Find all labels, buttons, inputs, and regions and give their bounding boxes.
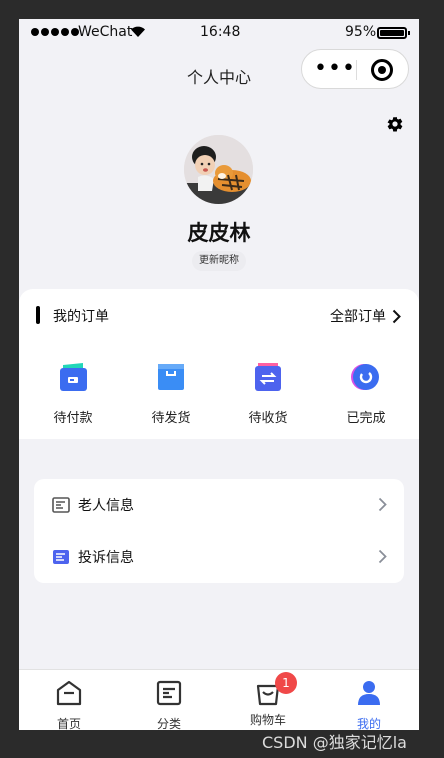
all-orders-link[interactable]: 全部订单 xyxy=(330,306,401,326)
avatar-photo xyxy=(184,135,253,204)
status-bar: WeChat 16:48 95% xyxy=(19,19,419,47)
watermark: CSDN @独家记忆la xyxy=(262,733,407,752)
section-marker xyxy=(36,306,40,324)
order-label: 待收货 xyxy=(248,411,288,426)
phone-screen: WeChat 16:48 95% 个人中心 ••• 皮皮林 更新昵称 我的订单 … xyxy=(19,19,419,730)
tab-label: 分类 xyxy=(156,717,181,730)
profile-name: 皮皮林 xyxy=(187,221,251,245)
list-item-elder-info[interactable]: 老人信息 xyxy=(34,479,404,531)
status-time: 16:48 xyxy=(200,24,241,40)
miniprogram-capsule[interactable]: ••• xyxy=(301,49,409,89)
list-item-label: 老人信息 xyxy=(78,498,134,514)
orders-title: 我的订单 xyxy=(53,309,109,325)
user-icon xyxy=(358,681,380,705)
package-icon xyxy=(158,364,184,390)
more-icon[interactable]: ••• xyxy=(314,58,356,80)
order-label: 待发货 xyxy=(151,411,191,426)
signal-dots xyxy=(31,28,79,36)
wifi-icon xyxy=(131,26,145,37)
capsule-divider xyxy=(356,60,357,80)
tab-category[interactable]: 分类 xyxy=(129,678,209,730)
order-item-awaiting-receipt[interactable]: 待收货 xyxy=(231,361,305,426)
exchange-icon xyxy=(255,363,281,391)
order-label: 已完成 xyxy=(346,411,386,426)
update-nickname-button[interactable]: 更新昵称 xyxy=(192,251,246,271)
all-orders-label: 全部订单 xyxy=(330,309,386,325)
battery-percent: 95% xyxy=(345,24,377,40)
tab-label: 购物车 xyxy=(249,713,286,727)
cart-icon-wrapper: 1 xyxy=(253,672,297,708)
battery-icon xyxy=(377,27,410,39)
home-icon xyxy=(56,680,82,706)
close-icon[interactable] xyxy=(371,59,393,81)
tab-cart[interactable]: 1 购物车 xyxy=(228,672,308,728)
avatar[interactable] xyxy=(184,135,253,204)
cart-badge: 1 xyxy=(275,672,297,694)
wallet-icon xyxy=(60,363,87,391)
order-label: 待付款 xyxy=(53,411,93,426)
list-item-complaint-info[interactable]: 投诉信息 xyxy=(34,531,404,583)
list-item-label: 投诉信息 xyxy=(78,550,134,566)
tab-bar: 首页 分类 1 购物车 我的 xyxy=(19,669,419,730)
order-item-awaiting-shipment[interactable]: 待发货 xyxy=(134,361,208,426)
orders-card: 我的订单 全部订单 待付款 待发货 待收货 已完成 xyxy=(19,289,419,439)
order-item-pending-payment[interactable]: 待付款 xyxy=(36,361,110,426)
tab-label: 我的 xyxy=(356,717,381,730)
tab-label: 首页 xyxy=(56,717,81,730)
carrier-name: WeChat xyxy=(78,24,133,40)
info-card: 老人信息 投诉信息 xyxy=(34,479,404,583)
tab-home[interactable]: 首页 xyxy=(29,678,109,730)
done-icon xyxy=(351,364,379,390)
chevron-right-icon xyxy=(378,497,387,512)
gear-icon[interactable] xyxy=(386,115,404,133)
complaint-icon xyxy=(53,550,69,564)
chevron-right-icon xyxy=(378,549,387,564)
order-item-completed[interactable]: 已完成 xyxy=(329,361,403,426)
document-icon xyxy=(52,497,70,513)
tab-mine[interactable]: 我的 xyxy=(329,678,409,730)
category-icon xyxy=(156,680,182,706)
chevron-right-icon xyxy=(392,309,401,323)
